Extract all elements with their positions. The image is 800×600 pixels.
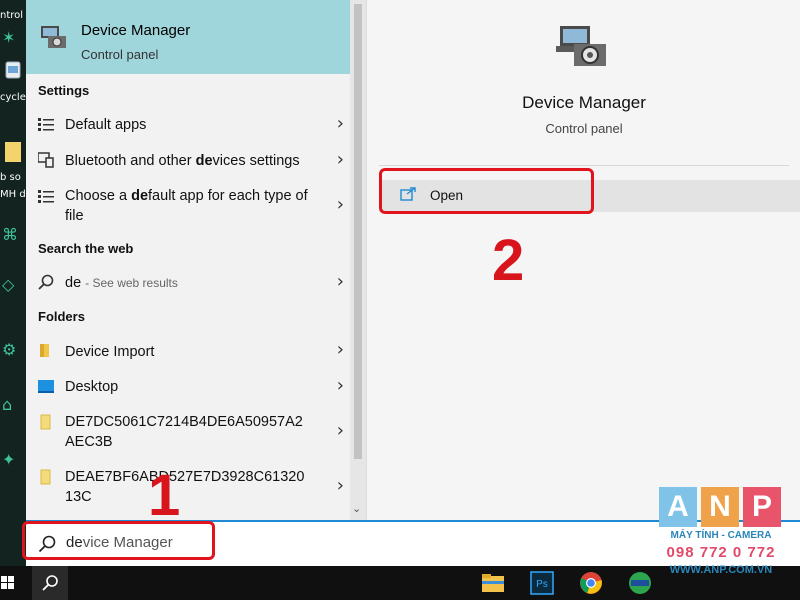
result-bluetooth-devices[interactable]: Bluetooth and other devices settings › [26,148,350,176]
chrome-icon[interactable] [579,571,603,595]
watermark-letter-p: P [743,487,781,527]
scroll-down-icon[interactable]: ⌄ [352,502,361,515]
result-label: Desktop [65,379,119,395]
device-manager-icon [556,26,606,66]
result-folder-desktop[interactable]: Desktop › [26,374,350,402]
result-label: Choose a default app for each type of fi… [65,188,308,224]
svg-text:Ps: Ps [536,579,548,590]
preview-subtitle: Control panel [545,121,623,136]
step-number-1: 1 [148,463,181,528]
desktop-item-label[interactable]: MH d [0,189,26,200]
chevron-right-icon[interactable]: › [337,271,344,292]
chevron-right-icon[interactable]: › [337,149,344,170]
watermark-site: WWW.ANP.COM.VN [669,564,773,576]
result-label: Default apps [65,117,147,133]
search-icon [38,274,54,290]
watermark-tagline: MÁY TÍNH - CAMERA [670,530,772,541]
result-label: Device Import [65,344,155,360]
folders-header: Folders [38,309,85,324]
result-default-app-type[interactable]: Choose a default app for each type of fi… [26,184,350,228]
doodle-decoration: ✶ [2,28,16,47]
search-icon [42,575,58,591]
file-icon [40,469,51,485]
device-manager-icon [41,26,66,48]
anydesk-icon[interactable] [628,571,652,595]
result-label: de - See web results [65,275,178,291]
doodle-decoration: ⌘ [2,225,18,244]
highlight-open-button [379,168,594,214]
doodle-decoration: ⚙ [2,340,17,359]
best-match-subtitle: Control panel [81,47,159,62]
preview-title: Device Manager [522,93,646,112]
anp-watermark: A N P MÁY TÍNH - CAMERA 098 772 0 772 WW… [659,487,787,579]
chevron-right-icon[interactable]: › [337,113,344,134]
best-match-title: Device Manager [81,22,191,39]
settings-header: Settings [38,83,90,98]
result-default-apps[interactable]: Default apps › [26,112,350,140]
file-icon [40,414,51,430]
doodle-decoration: ✦ [2,450,16,469]
recycle-bin-icon[interactable] [2,58,24,80]
desktop-item-label[interactable]: b so [0,172,26,183]
chevron-right-icon[interactable]: › [337,420,344,441]
desktop-item-label[interactable]: ntrol I [0,10,26,21]
chevron-right-icon[interactable]: › [337,339,344,360]
scrollbar-thumb[interactable] [354,4,362,459]
taskbar-search-button[interactable] [32,566,68,600]
step-number-2: 2 [492,228,525,293]
results-scrollbar[interactable]: ⌄ [350,0,366,520]
watermark-phone: 098 772 0 772 [666,544,776,561]
desktop-folder-icon [38,380,54,393]
desktop-background: ntrol I ✶ cycle b so MH d ⌘ ◇ ⚙ ⌂ ✦ [0,0,26,568]
divider [379,165,789,166]
doodle-decoration: ⌂ [2,395,13,414]
file-explorer-icon[interactable] [481,571,505,595]
default-app-type-icon [38,190,54,203]
result-label: Bluetooth and other devices settings [65,153,300,169]
chevron-right-icon[interactable]: › [337,375,344,396]
result-folder-device-import[interactable]: Device Import › [26,338,350,366]
search-web-header: Search the web [38,241,134,256]
result-web-search[interactable]: de - See web results › [26,270,350,298]
desktop-item-label[interactable]: cycle [0,92,26,103]
bluetooth-devices-icon [38,152,54,168]
preview-pane: Device Manager Control panel Open [366,0,800,520]
document-icon[interactable] [2,140,24,164]
watermark-letter-a: A [659,487,697,527]
result-folder-deae7[interactable]: DEAE7BF6ABD527E7D3928C6132013C › [26,465,350,509]
default-apps-icon [38,118,54,131]
result-label: DEAE7BF6ABD527E7D3928C6132013C [65,469,305,505]
chevron-right-icon[interactable]: › [337,194,344,215]
chevron-right-icon[interactable]: › [337,475,344,496]
doodle-decoration: ◇ [2,275,15,294]
photoshop-icon[interactable]: Ps [530,571,554,595]
folder-icon [40,344,49,357]
search-results-list: Device Manager Control panel Settings De… [26,0,366,520]
best-match-result[interactable]: Device Manager Control panel [26,0,350,74]
windows-start-icon[interactable] [0,566,22,600]
result-folder-de7dc[interactable]: DE7DC5061C7214B4DE6A50957A2AEC3B › [26,410,350,454]
watermark-letter-n: N [701,487,739,527]
highlight-search-box [22,521,215,560]
result-label: DE7DC5061C7214B4DE6A50957A2AEC3B [65,414,303,450]
